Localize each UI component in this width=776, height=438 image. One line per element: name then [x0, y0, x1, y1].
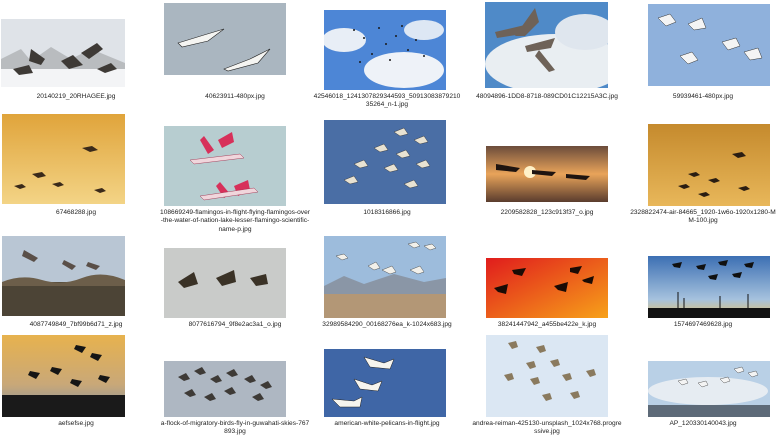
image-thumbnail[interactable]: [648, 361, 770, 417]
file-name: 1574697469628.jpg: [673, 321, 733, 328]
file-name: 20140219_20RHAGEE.jpg: [36, 93, 116, 100]
image-thumbnail[interactable]: [164, 361, 286, 417]
file-name: 67468288.jpg: [56, 209, 96, 216]
file-name: a-flock-of-migratory-birds-fly-in-guwaha…: [160, 420, 310, 436]
file-name: 8077616794_9f8e2ac3a1_o.jpg: [188, 321, 282, 328]
file-name: 2209582828_123c913f37_o.jpg: [500, 209, 594, 216]
image-thumbnail[interactable]: [648, 124, 770, 206]
file-name: 2328822474-air-84665_1920-1w6o-1920x1280…: [630, 209, 776, 225]
file-name: 38241447942_a455be422e_k.jpg: [497, 321, 597, 328]
file-name: american-white-pelicans-in-flight.jpg: [334, 420, 440, 427]
image-thumbnail[interactable]: [2, 114, 125, 204]
file-name: AP_120330140043.jpg: [669, 420, 737, 427]
image-thumbnail[interactable]: [486, 146, 608, 202]
image-thumbnail[interactable]: [648, 256, 770, 318]
image-thumbnail[interactable]: [324, 10, 446, 90]
file-name: 4087749849_7bf99b6d71_z.jpg: [29, 321, 123, 328]
file-name: 108669249-flamingos-in-flight-flying-fla…: [160, 209, 310, 233]
image-thumbnail[interactable]: [486, 258, 608, 318]
image-thumbnail[interactable]: [1, 19, 125, 87]
file-name: 42546018_1241307829344593_50913083879210…: [313, 93, 461, 109]
image-thumbnail[interactable]: [164, 3, 286, 75]
file-name: andrea-reiman-425130-unsplash_1024x768.p…: [472, 420, 622, 436]
image-thumbnail[interactable]: [2, 335, 125, 417]
file-name: 40623911-480px.jpg: [205, 93, 265, 100]
file-name: 32989584290_00168276ea_k-1024x683.jpg: [322, 321, 452, 328]
image-thumbnail[interactable]: [486, 335, 608, 417]
file-name: 59939461-480px.jpg: [672, 93, 734, 100]
image-thumbnail[interactable]: [164, 248, 286, 318]
thumbnail-grid: 20140219_20RHAGEE.jpg 40623911-480px.jpg: [0, 0, 776, 438]
image-thumbnail[interactable]: [164, 126, 286, 206]
image-thumbnail[interactable]: [2, 236, 125, 316]
image-thumbnail[interactable]: [648, 4, 770, 86]
file-name: 48094896-1DD8-8718-089CD01C12215A3C.jpg: [476, 93, 618, 100]
file-name: 1018316866.jpg: [363, 209, 411, 216]
image-thumbnail[interactable]: [324, 120, 446, 204]
image-thumbnail[interactable]: [485, 2, 608, 88]
file-name: aefsefse.jpg: [58, 420, 94, 427]
image-thumbnail[interactable]: [324, 236, 446, 318]
image-thumbnail[interactable]: [324, 349, 446, 417]
